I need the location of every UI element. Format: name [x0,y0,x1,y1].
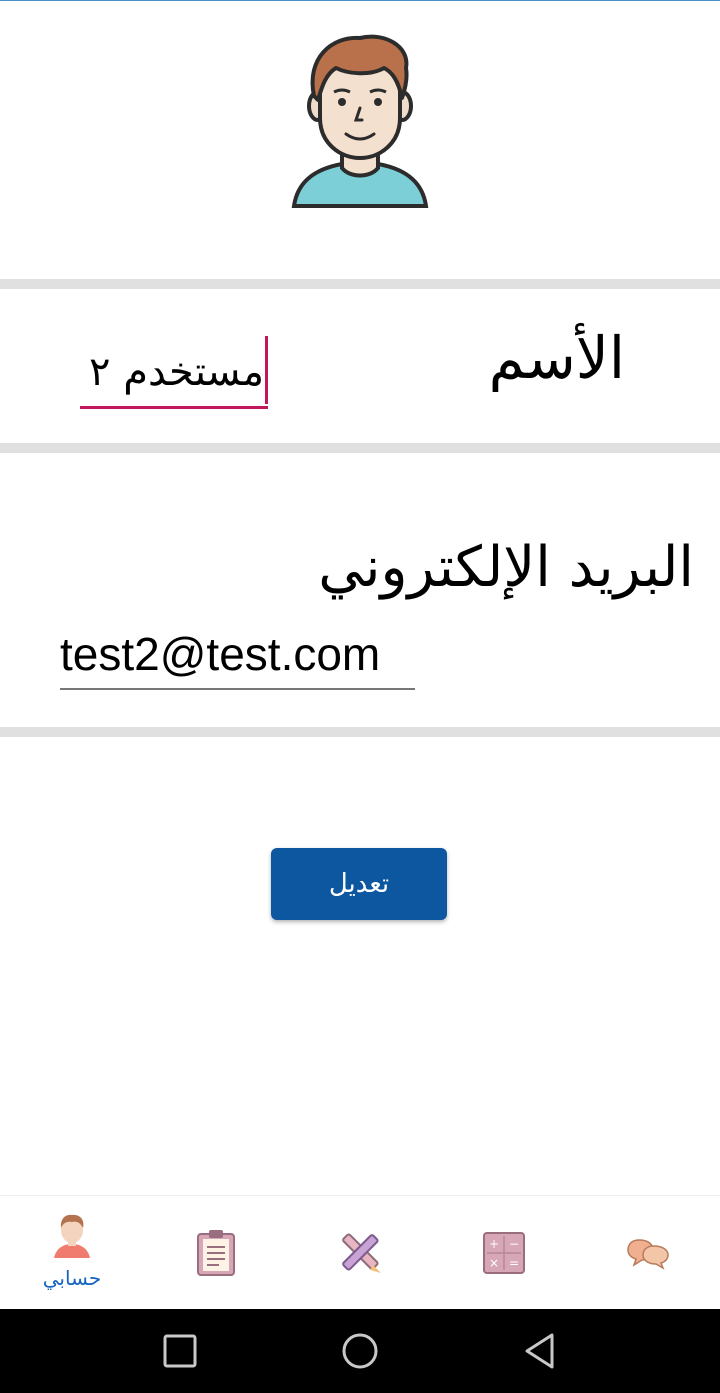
text-cursor [265,336,268,404]
nav-item-calculator[interactable]: + − × = [432,1196,576,1310]
chat-bubbles-icon [627,1236,669,1274]
nav-label-account: حسابي [42,1266,102,1290]
avatar-icon [291,34,429,208]
back-button[interactable] [500,1309,580,1393]
home-button[interactable] [320,1309,400,1393]
svg-text:=: = [509,1256,519,1270]
status-line [0,0,720,1]
profile-avatar [280,28,440,218]
nav-item-account[interactable]: حسابي [0,1196,144,1310]
nav-item-chat[interactable] [576,1196,720,1310]
nav-item-tools[interactable] [288,1196,432,1310]
calculator-icon: + − × = [483,1232,525,1278]
email-value[interactable]: test2@test.com [60,624,380,684]
svg-text:×: × [489,1256,499,1270]
email-input[interactable]: test2@test.com [60,620,415,690]
email-label: البريد الإلكتروني [318,535,694,600]
system-navigation-bar [0,1309,720,1393]
bottom-navigation: حسابي + − × = [0,1195,720,1310]
pencil-ruler-icon [337,1229,383,1279]
clipboard-icon [195,1229,237,1281]
recent-apps-button[interactable] [140,1309,220,1393]
account-icon [50,1212,94,1264]
name-label: الأسم [488,324,625,392]
nav-item-clipboard[interactable] [144,1196,288,1310]
edit-button[interactable]: تعديل [271,848,447,920]
square-icon [163,1334,197,1368]
section-divider [0,279,720,289]
svg-text:+: + [489,1237,499,1251]
circle-icon [342,1333,378,1369]
name-value[interactable]: مستخدم ٢ [89,342,264,402]
back-triangle-icon [525,1333,554,1369]
svg-text:−: − [509,1237,519,1251]
section-divider [0,443,720,453]
name-input[interactable]: مستخدم ٢ [80,336,268,409]
section-divider [0,727,720,737]
